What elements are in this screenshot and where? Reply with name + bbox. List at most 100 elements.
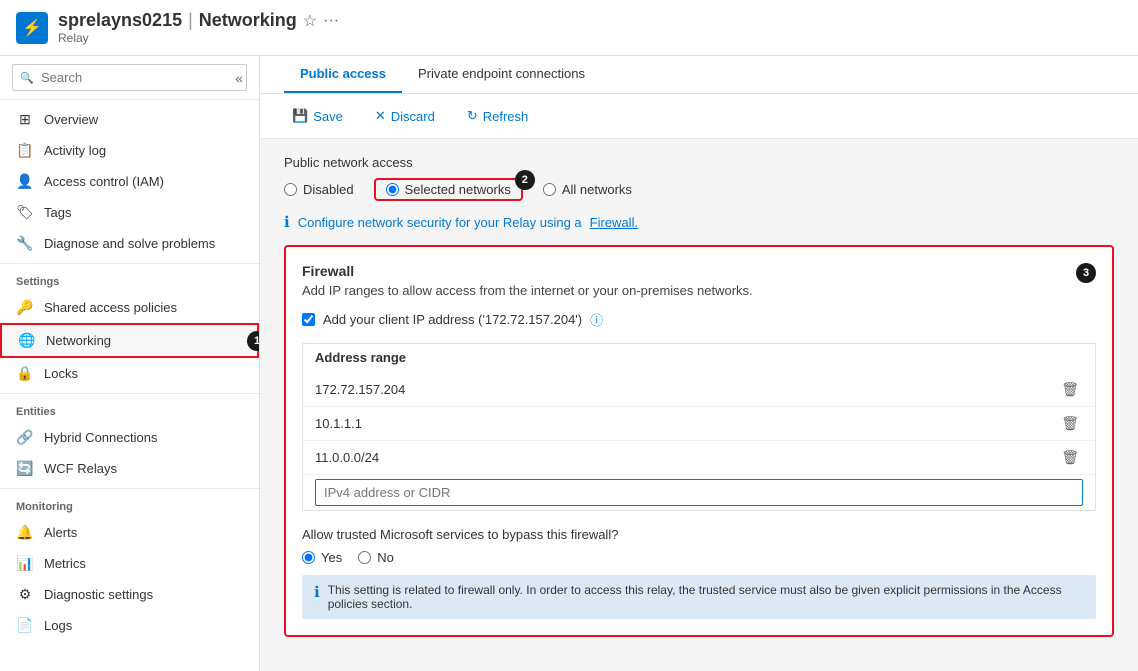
sidebar-item-label: Networking	[46, 333, 111, 348]
all-networks-label: All networks	[562, 182, 632, 197]
public-network-access-section: Public network access Disabled Selected …	[284, 155, 1114, 201]
monitoring-section-label: Monitoring	[0, 488, 259, 517]
sidebar-item-label: Overview	[44, 112, 98, 127]
iam-icon: 👤	[16, 173, 34, 190]
client-ip-checkbox-row: Add your client IP address ('172.72.157.…	[302, 310, 1096, 329]
trusted-yes-option[interactable]: Yes	[302, 550, 342, 565]
sidebar-item-label: Hybrid Connections	[44, 430, 157, 445]
refresh-button[interactable]: ↻ Refresh	[459, 104, 536, 128]
firewall-description: Add IP ranges to allow access from the i…	[302, 283, 1096, 298]
selected-networks-radio[interactable]	[386, 183, 399, 196]
info-bottom-text: This setting is related to firewall only…	[328, 583, 1084, 611]
sidebar-item-activity-log[interactable]: 📋 Activity log	[0, 135, 259, 166]
client-ip-label: Add your client IP address ('172.72.157.…	[323, 312, 582, 327]
network-access-options: Disabled Selected networks 2 A	[284, 178, 1114, 201]
diagnose-icon: 🔧	[16, 235, 34, 252]
favorite-button[interactable]: ☆	[303, 11, 317, 31]
discard-icon: ✕	[375, 108, 386, 124]
ip-address-input[interactable]	[315, 479, 1083, 506]
sidebar-item-shared-access[interactable]: 🔑 Shared access policies	[0, 292, 259, 323]
trusted-no-radio[interactable]	[358, 551, 371, 564]
trusted-services-label: Allow trusted Microsoft services to bypa…	[302, 527, 1096, 542]
step-badge-3: 3	[1076, 263, 1096, 283]
trusted-no-option[interactable]: No	[358, 550, 394, 565]
delete-address-3-button[interactable]: 🗑	[1057, 447, 1083, 468]
trusted-yes-label: Yes	[321, 550, 342, 565]
diagnostic-settings-icon: ⚙	[16, 586, 34, 603]
client-ip-checkbox[interactable]	[302, 313, 315, 326]
sidebar-item-label: Alerts	[44, 525, 77, 540]
address-range-header: Address range	[303, 344, 1095, 373]
info-bar: ℹ Configure network security for your Re…	[284, 213, 1114, 231]
sidebar-item-label: Activity log	[44, 143, 106, 158]
sidebar-item-label: Metrics	[44, 556, 86, 571]
sidebar-item-label: Logs	[44, 618, 72, 633]
sidebar-item-access-control[interactable]: 👤 Access control (IAM)	[0, 166, 259, 197]
trusted-yes-radio[interactable]	[302, 551, 315, 564]
selected-networks-label: Selected networks	[405, 182, 511, 197]
tab-public-access[interactable]: Public access	[284, 56, 402, 93]
save-button[interactable]: 💾 Save	[284, 104, 351, 128]
disabled-radio[interactable]	[284, 183, 297, 196]
info-icon: ℹ	[284, 213, 290, 231]
tab-bar: Public access Private endpoint connectio…	[284, 56, 1114, 93]
alerts-icon: 🔔	[16, 524, 34, 541]
step-badge-2: 2	[515, 170, 535, 190]
tags-icon: 🏷	[16, 204, 34, 221]
discard-button[interactable]: ✕ Discard	[367, 104, 443, 128]
firewall-title: Firewall	[302, 263, 1096, 279]
sidebar-item-label: Locks	[44, 366, 78, 381]
selected-networks-option[interactable]: Selected networks	[386, 182, 511, 197]
refresh-label: Refresh	[483, 109, 529, 124]
tab-private-endpoint[interactable]: Private endpoint connections	[402, 56, 601, 93]
more-options-button[interactable]: ···	[323, 12, 339, 30]
all-networks-radio[interactable]	[543, 183, 556, 196]
shared-access-icon: 🔑	[16, 299, 34, 316]
disabled-option[interactable]: Disabled	[284, 182, 354, 197]
sidebar-item-diagnose[interactable]: 🔧 Diagnose and solve problems	[0, 228, 259, 259]
step-badge-1: 1	[247, 331, 260, 351]
resource-type: Relay	[58, 31, 339, 45]
sidebar-item-diagnostic-settings[interactable]: ⚙ Diagnostic settings	[0, 579, 259, 610]
address-row: 172.72.157.204 🗑	[303, 373, 1095, 407]
delete-address-2-button[interactable]: 🗑	[1057, 413, 1083, 434]
sidebar-item-label: WCF Relays	[44, 461, 117, 476]
trusted-services-options: Yes No	[302, 550, 1096, 565]
sidebar-item-tags[interactable]: 🏷 Tags	[0, 197, 259, 228]
sidebar-item-overview[interactable]: ⊞ Overview	[0, 104, 259, 135]
hybrid-connections-icon: 🔗	[16, 429, 34, 446]
search-input[interactable]	[12, 64, 247, 91]
info-bar-bottom: ℹ This setting is related to firewall on…	[302, 575, 1096, 619]
metrics-icon: 📊	[16, 555, 34, 572]
firewall-link[interactable]: Firewall.	[590, 215, 638, 230]
address-value-2: 10.1.1.1	[315, 416, 1057, 431]
app-header: ⚡ sprelayns0215 | Networking ☆ ··· Relay	[0, 0, 1138, 56]
sidebar-nav: ⊞ Overview 📋 Activity log 👤 Access contr…	[0, 100, 259, 645]
locks-icon: 🔒	[16, 365, 34, 382]
networking-icon: 🌐	[18, 332, 36, 349]
disabled-label: Disabled	[303, 182, 354, 197]
sidebar-item-hybrid-connections[interactable]: 🔗 Hybrid Connections	[0, 422, 259, 453]
address-row: 11.0.0.0/24 🗑	[303, 441, 1095, 475]
header-separator: |	[188, 10, 193, 31]
sidebar-item-locks[interactable]: 🔒 Locks	[0, 358, 259, 389]
save-icon: 💾	[292, 108, 308, 124]
address-value-1: 172.72.157.204	[315, 382, 1057, 397]
sidebar-item-networking[interactable]: 🌐 Networking 1	[0, 323, 259, 358]
address-row: 10.1.1.1 🗑	[303, 407, 1095, 441]
delete-address-1-button[interactable]: 🗑	[1057, 379, 1083, 400]
all-networks-option[interactable]: All networks	[543, 182, 632, 197]
sidebar-item-logs[interactable]: 📄 Logs	[0, 610, 259, 641]
sidebar-item-label: Diagnostic settings	[44, 587, 153, 602]
address-value-3: 11.0.0.0/24	[315, 450, 1057, 465]
toolbar: 💾 Save ✕ Discard ↻ Refresh	[260, 94, 1138, 139]
activity-log-icon: 📋	[16, 142, 34, 159]
refresh-icon: ↻	[467, 108, 478, 124]
resource-name: sprelayns0215	[58, 10, 182, 31]
sidebar-item-wcf-relays[interactable]: 🔄 WCF Relays	[0, 453, 259, 484]
sidebar-item-alerts[interactable]: 🔔 Alerts	[0, 517, 259, 548]
sidebar-collapse-button[interactable]: «	[235, 70, 243, 86]
sidebar-item-metrics[interactable]: 📊 Metrics	[0, 548, 259, 579]
sidebar-item-label: Shared access policies	[44, 300, 177, 315]
info-circle-icon[interactable]: ⓘ	[590, 310, 603, 329]
